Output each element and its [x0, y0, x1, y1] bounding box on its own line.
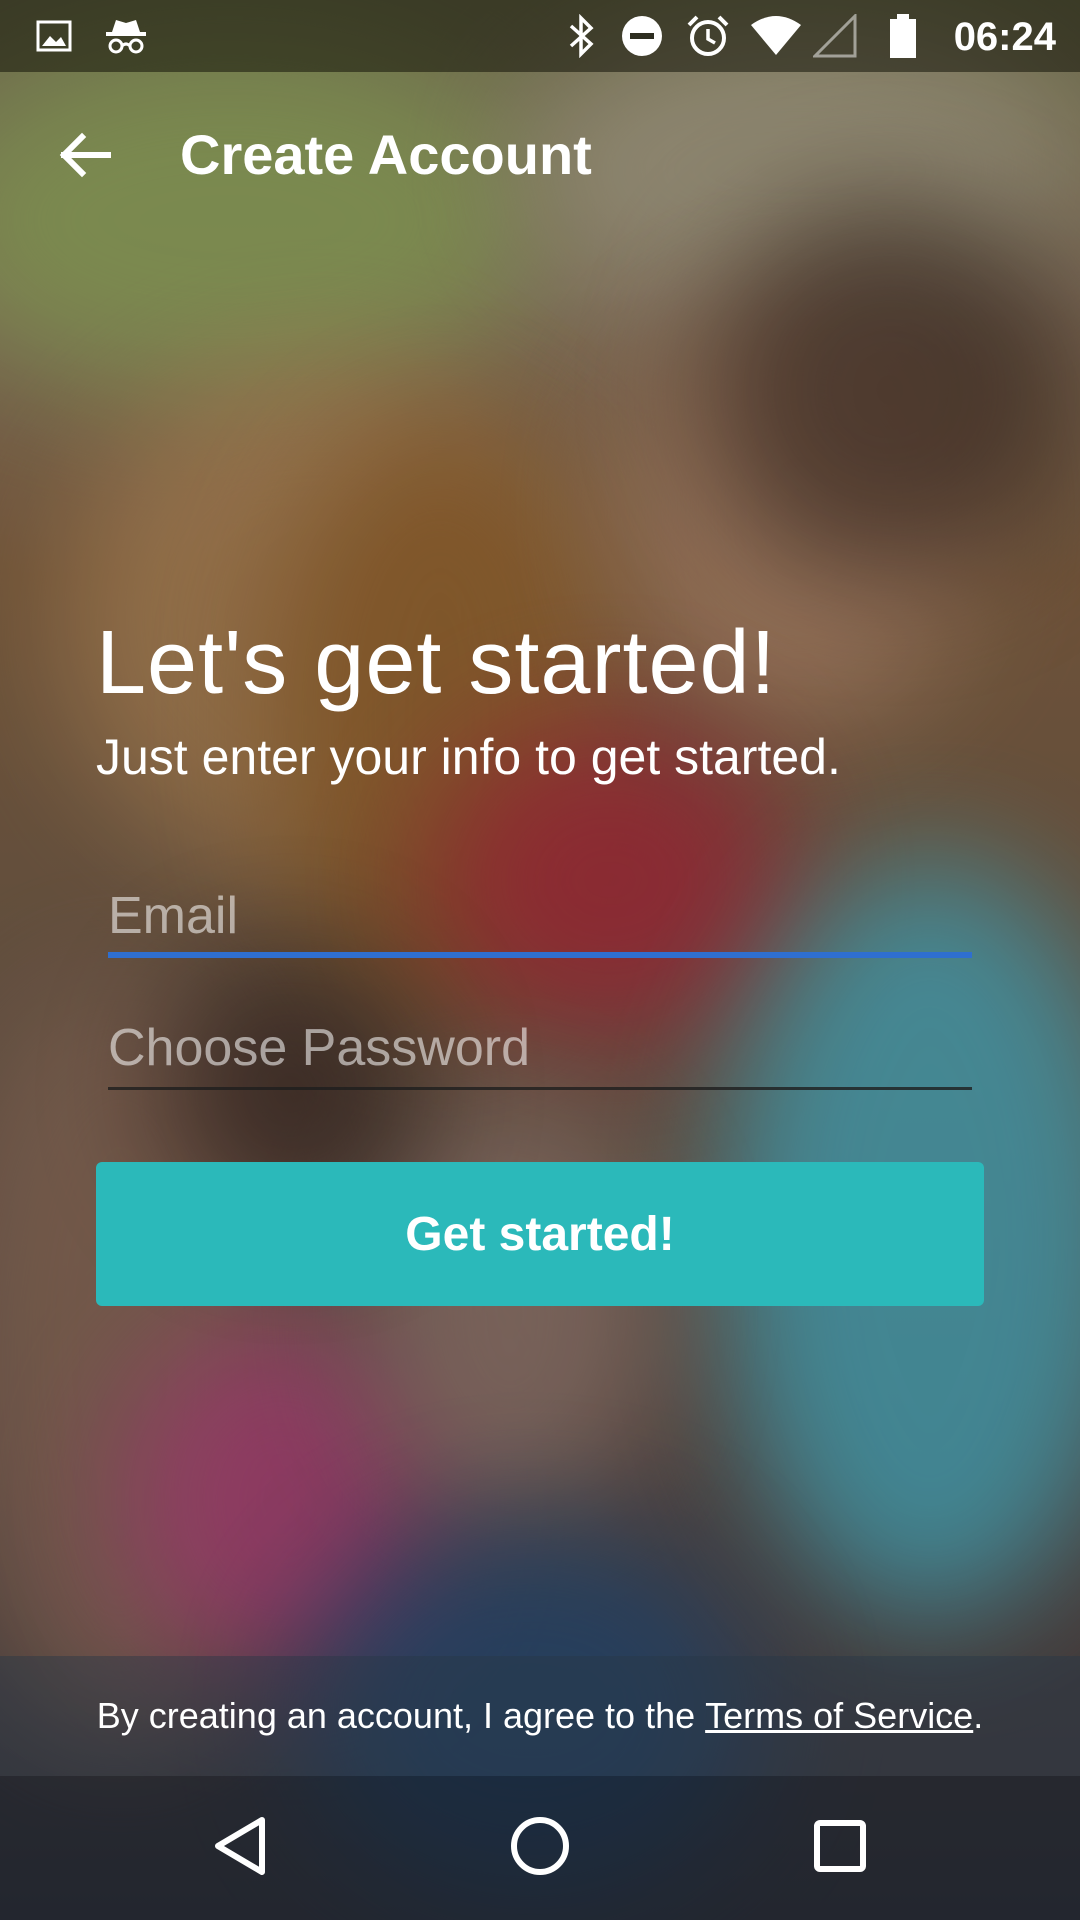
nav-home-button[interactable] [490, 1798, 590, 1898]
password-input[interactable] [108, 1010, 972, 1086]
welcome-heading: Let's get started! [96, 613, 777, 713]
alarm-icon [682, 0, 734, 72]
arrow-left-icon [58, 131, 112, 184]
system-navigation-bar [0, 1776, 1080, 1920]
email-underline [108, 952, 972, 958]
get-started-button[interactable]: Get started! [96, 1162, 984, 1306]
terms-period: . [973, 1695, 984, 1736]
nav-recents-button[interactable] [790, 1798, 890, 1898]
cell-signal-icon [812, 0, 858, 72]
back-button[interactable] [40, 112, 130, 202]
do-not-disturb-icon [616, 0, 668, 72]
status-time: 06:24 [953, 15, 1056, 59]
screen: 06:24 Create Account Let's get started! … [0, 0, 1080, 1920]
email-input[interactable] [108, 878, 972, 954]
welcome-subheading: Just enter your info to get started. [96, 729, 841, 785]
recents-square-icon [813, 1819, 867, 1878]
image-icon [34, 0, 74, 72]
home-circle-icon [509, 1815, 571, 1882]
terms-footer: By creating an account, I agree to the T… [0, 1656, 1080, 1776]
email-field[interactable] [108, 878, 972, 958]
incognito-icon [100, 0, 152, 72]
password-underline [108, 1087, 972, 1090]
password-field[interactable] [108, 1010, 972, 1090]
back-triangle-icon [210, 1814, 270, 1883]
blurred-photo-background [0, 0, 1080, 1920]
terms-of-service-link[interactable]: Terms of Service [705, 1695, 973, 1737]
battery-icon [886, 0, 920, 72]
nav-back-button[interactable] [190, 1798, 290, 1898]
wifi-icon [748, 0, 804, 72]
terms-text: By creating an account, I agree to the [96, 1695, 706, 1736]
bluetooth-icon [562, 0, 602, 72]
page-title: Create Account [180, 123, 592, 186]
status-bar: 06:24 [0, 0, 1080, 72]
app-bar: Create Account [0, 72, 1080, 242]
